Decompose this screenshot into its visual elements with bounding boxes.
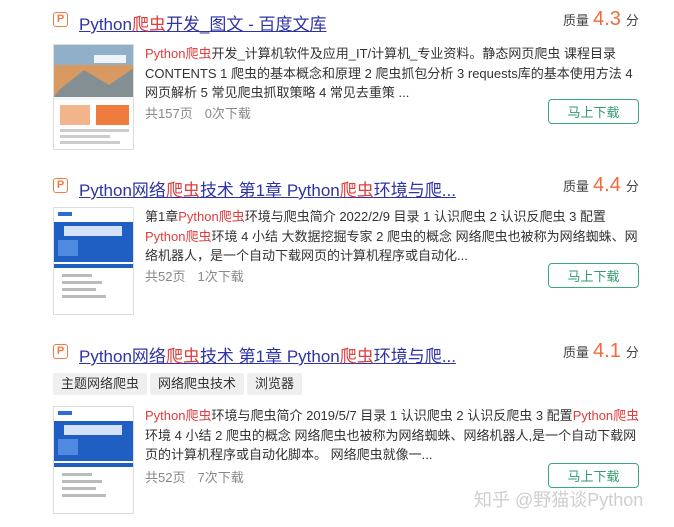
desc-text: 第1章: [145, 209, 179, 224]
result-description: 第1章Python爬虫环境与爬虫简介 2022/2/9 目录 1 认识爬虫 2 …: [145, 207, 640, 266]
score-unit: 分: [625, 345, 639, 360]
quality-label: 质量: [563, 13, 590, 28]
tag-browser[interactable]: 浏览器: [247, 373, 303, 395]
quality-rating: 质量 4.1 分: [563, 340, 639, 363]
desc-highlight: Python爬虫: [145, 408, 212, 423]
title-text: Python网络: [79, 347, 166, 366]
quality-score: 4.1: [593, 340, 621, 362]
ppt-file-icon: P: [53, 12, 68, 27]
download-count: 1次下载: [197, 269, 244, 284]
title-text: 开发_图文 - 百度文库: [165, 15, 327, 34]
ppt-file-icon: P: [53, 344, 68, 359]
document-thumbnail[interactable]: [53, 44, 134, 150]
desc-highlight: Python爬虫: [572, 408, 640, 423]
page-count: 共157页: [145, 106, 193, 121]
title-text: 技术 第1章 Python: [199, 181, 340, 200]
document-thumbnail[interactable]: [53, 406, 134, 514]
download-button[interactable]: 马上下载: [548, 263, 639, 288]
result-meta: 共52页 7次下载: [145, 467, 244, 486]
thumbnail-preview-icon: [54, 407, 133, 513]
title-text: 环境与爬...: [373, 181, 456, 200]
download-count: 7次下载: [197, 470, 244, 485]
desc-text: 环境 4 小结 2 爬虫的概念 网络爬虫也被称为网络蜘蛛、网络机器人,是一个自动…: [145, 427, 637, 463]
quality-score: 4.3: [593, 8, 621, 30]
desc-text: 环境 4 小结 大数据挖掘专家 2 爬虫的概念 网络爬虫也被称为网络蜘蛛、网络机…: [145, 228, 638, 264]
title-highlight: 爬虫: [339, 347, 374, 366]
thumbnail-preview-icon: [54, 208, 133, 314]
score-unit: 分: [625, 13, 639, 28]
title-highlight: 爬虫: [339, 181, 374, 200]
desc-text: 环境与爬虫简介 2019/5/7 目录 1 认识爬虫 2 认识反爬虫 3 配置: [211, 408, 573, 423]
result-description: Python爬虫环境与爬虫简介 2019/5/7 目录 1 认识爬虫 2 认识反…: [145, 406, 640, 465]
title-text: Python网络: [79, 181, 166, 200]
quality-label: 质量: [563, 345, 590, 360]
result-title-2[interactable]: Python网络爬虫技术 第1章 Python爬虫环境与爬...: [79, 176, 456, 201]
desc-highlight: Python爬虫: [145, 228, 212, 244]
quality-label: 质量: [563, 179, 590, 194]
document-thumbnail[interactable]: [53, 207, 134, 315]
result-description: Python爬虫开发_计算机软件及应用_IT/计算机_专业资料。静态网页爬虫 课…: [145, 44, 640, 103]
desc-highlight: 爬虫: [185, 46, 212, 61]
download-count: 0次下载: [204, 106, 251, 121]
quality-rating: 质量 4.3 分: [563, 8, 639, 31]
title-text: Python: [79, 15, 132, 34]
download-button[interactable]: 马上下载: [548, 463, 639, 488]
thumbnail-preview-icon: [54, 45, 133, 149]
quality-score: 4.4: [593, 174, 621, 196]
quality-rating: 质量 4.4 分: [563, 174, 639, 197]
tag-crawler-tech[interactable]: 网络爬虫技术: [150, 373, 245, 395]
ppt-file-icon: P: [53, 178, 68, 193]
result-meta: 共52页 1次下载: [145, 266, 244, 285]
title-highlight: 爬虫: [165, 347, 200, 366]
title-highlight: 爬虫: [131, 15, 166, 34]
tag-topic-crawler[interactable]: 主题网络爬虫: [53, 373, 148, 395]
download-button[interactable]: 马上下载: [548, 99, 639, 124]
title-highlight: 爬虫: [165, 181, 200, 200]
desc-highlight: Python: [145, 46, 186, 61]
page-count: 共52页: [145, 470, 186, 485]
score-unit: 分: [625, 179, 639, 194]
desc-text: 环境与爬虫简介 2022/2/9 目录 1 认识爬虫 2 认识反爬虫 3 配置: [244, 209, 606, 224]
title-text: 环境与爬...: [373, 347, 456, 366]
desc-text: 开发_计算机软件及应用_IT/计算机_专业资料。静态网页爬虫 课程目录 CONT…: [145, 46, 633, 100]
result-title-1[interactable]: Python爬虫开发_图文 - 百度文库: [79, 10, 327, 35]
page-count: 共52页: [145, 269, 186, 284]
desc-highlight: Python爬虫: [178, 209, 245, 224]
result-meta: 共157页 0次下载: [145, 103, 251, 122]
title-text: 技术 第1章 Python: [199, 347, 340, 366]
watermark: 知乎 @野猫谈Python: [474, 490, 644, 510]
result-title-3[interactable]: Python网络爬虫技术 第1章 Python爬虫环境与爬...: [79, 342, 456, 367]
